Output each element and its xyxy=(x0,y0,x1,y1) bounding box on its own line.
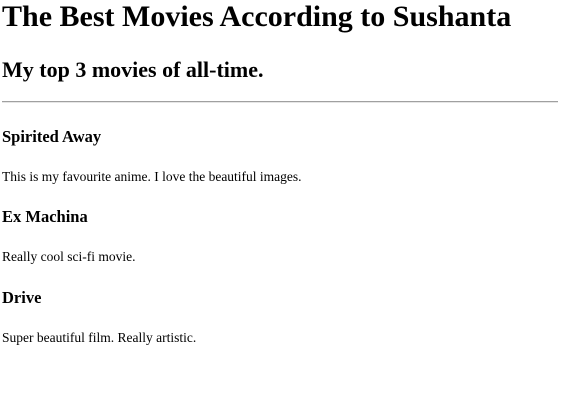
divider xyxy=(2,101,558,103)
movie-title-1: Spirited Away xyxy=(2,127,102,146)
movie-title-3: Drive xyxy=(2,288,42,307)
movie-description-2: Really cool sci-fi movie. xyxy=(2,249,136,264)
movie-title-2: Ex Machina xyxy=(2,207,88,226)
page-title: The Best Movies According to Sushanta xyxy=(2,0,512,33)
movie-description-1: This is my favourite anime. I love the b… xyxy=(2,169,302,184)
page-subtitle: My top 3 movies of all-time. xyxy=(2,57,264,82)
movie-description-3: Super beautiful film. Really artistic. xyxy=(2,330,197,345)
